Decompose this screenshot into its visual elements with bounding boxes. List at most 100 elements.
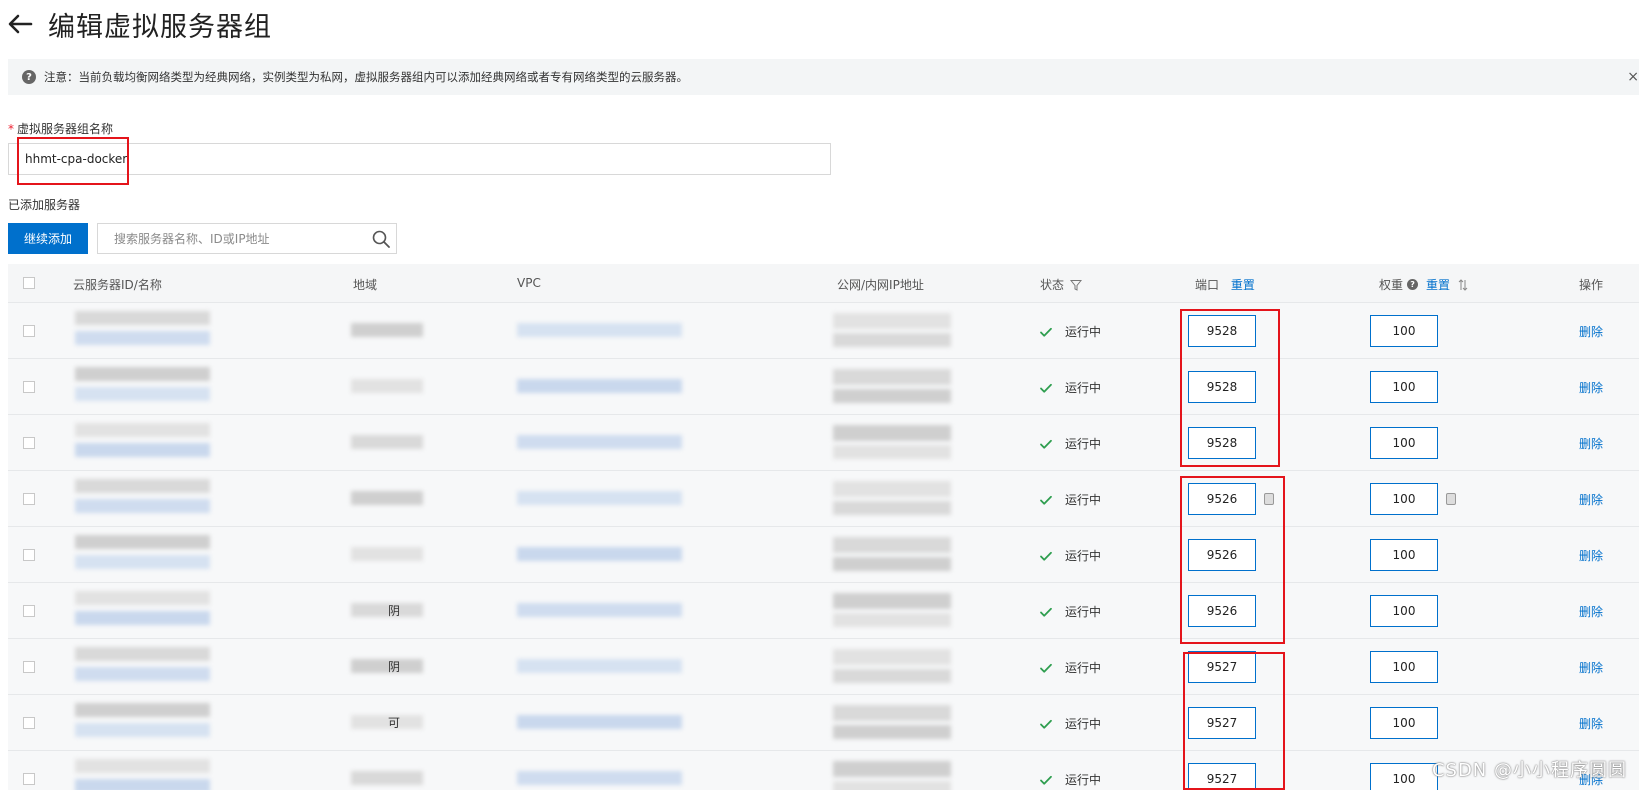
vpc-blurred[interactable] <box>517 491 682 505</box>
region-blurred <box>351 323 423 337</box>
weight-input[interactable]: 100 <box>1370 315 1438 347</box>
delete-link[interactable]: 删除 <box>1579 491 1603 508</box>
status-text: 运行中 <box>1065 381 1102 395</box>
server-id-blurred[interactable] <box>75 611 210 625</box>
weight-input[interactable]: 100 <box>1370 651 1438 683</box>
status-text: 运行中 <box>1065 549 1102 563</box>
server-name-blurred[interactable] <box>75 591 210 605</box>
weight-reset-link[interactable]: 重置 <box>1426 276 1450 293</box>
table-row: 运行中 9526 100 删除 <box>8 526 1639 582</box>
copy-icon[interactable] <box>1446 493 1456 505</box>
vpc-blurred[interactable] <box>517 771 682 785</box>
port-input[interactable]: 9528 <box>1188 315 1256 347</box>
server-table: 云服务器ID/名称 地域 VPC 公网/内网IP地址 状态 端口 重置 权重 ?… <box>8 264 1639 790</box>
server-name-blurred[interactable] <box>75 423 210 437</box>
port-input[interactable]: 9526 <box>1188 539 1256 571</box>
vpc-blurred[interactable] <box>517 715 682 729</box>
row-checkbox[interactable] <box>23 381 35 393</box>
server-name-blurred[interactable] <box>75 759 210 773</box>
col-weight: 权重 ? 重置 <box>1379 276 1468 293</box>
delete-link[interactable]: 删除 <box>1579 603 1603 620</box>
table-row: 阴 运行中 9527 100 删除 <box>8 638 1639 694</box>
close-icon[interactable]: × <box>1627 69 1639 85</box>
weight-input[interactable]: 100 <box>1370 763 1438 790</box>
copy-icon[interactable] <box>1264 493 1274 505</box>
back-arrow-icon[interactable] <box>4 8 36 40</box>
server-id-blurred[interactable] <box>75 779 210 790</box>
table-row: 运行中 9526 100 删除 <box>8 470 1639 526</box>
group-name-label: * 虚拟服务器组名称 <box>8 122 114 136</box>
delete-link[interactable]: 删除 <box>1579 323 1603 340</box>
server-name-blurred[interactable] <box>75 367 210 381</box>
private-ip-blurred <box>833 613 951 627</box>
group-name-input[interactable] <box>8 143 831 175</box>
weight-input[interactable]: 100 <box>1370 595 1438 627</box>
weight-input[interactable]: 100 <box>1370 371 1438 403</box>
weight-help-icon[interactable]: ? <box>1407 279 1419 290</box>
check-icon <box>1040 663 1052 673</box>
row-checkbox[interactable] <box>23 661 35 673</box>
server-name-blurred[interactable] <box>75 703 210 717</box>
server-name-blurred[interactable] <box>75 647 210 661</box>
row-checkbox[interactable] <box>23 773 35 785</box>
port-reset-link[interactable]: 重置 <box>1231 278 1255 292</box>
server-id-blurred[interactable] <box>75 387 210 401</box>
search-input[interactable] <box>98 224 366 253</box>
delete-link[interactable]: 删除 <box>1579 547 1603 564</box>
row-checkbox[interactable] <box>23 605 35 617</box>
vpc-blurred[interactable] <box>517 547 682 561</box>
port-input[interactable]: 9528 <box>1188 371 1256 403</box>
server-name-blurred[interactable] <box>75 535 210 549</box>
status-cell: 运行中 <box>1039 379 1101 396</box>
check-icon <box>1040 383 1052 393</box>
row-checkbox[interactable] <box>23 493 35 505</box>
weight-input[interactable]: 100 <box>1370 707 1438 739</box>
port-input[interactable]: 9527 <box>1188 707 1256 739</box>
row-checkbox[interactable] <box>23 717 35 729</box>
server-search <box>97 223 397 254</box>
vpc-blurred[interactable] <box>517 379 682 393</box>
delete-link[interactable]: 删除 <box>1579 659 1603 676</box>
server-id-blurred[interactable] <box>75 443 210 457</box>
port-input[interactable]: 9526 <box>1188 483 1256 515</box>
server-id-blurred[interactable] <box>75 499 210 513</box>
delete-link[interactable]: 删除 <box>1579 715 1603 732</box>
search-icon[interactable] <box>366 224 396 254</box>
filter-icon[interactable] <box>1070 279 1083 291</box>
row-checkbox[interactable] <box>23 549 35 561</box>
row-checkbox[interactable] <box>23 437 35 449</box>
delete-link[interactable]: 删除 <box>1579 379 1603 396</box>
delete-link[interactable]: 删除 <box>1579 435 1603 452</box>
page-title: 编辑虚拟服务器组 <box>48 11 272 43</box>
col-region: 地域 <box>353 278 378 292</box>
vpc-blurred[interactable] <box>517 659 682 673</box>
region-blurred <box>351 659 423 673</box>
server-name-blurred[interactable] <box>75 479 210 493</box>
server-name-blurred[interactable] <box>75 311 210 325</box>
status-cell: 运行中 <box>1039 547 1101 564</box>
public-ip-blurred <box>833 425 951 441</box>
port-input[interactable]: 9527 <box>1188 763 1256 790</box>
vpc-blurred[interactable] <box>517 323 682 337</box>
server-id-blurred[interactable] <box>75 667 210 681</box>
status-text: 运行中 <box>1065 717 1102 731</box>
server-id-blurred[interactable] <box>75 331 210 345</box>
continue-add-button[interactable]: 继续添加 <box>8 223 88 254</box>
server-id-blurred[interactable] <box>75 555 210 569</box>
vpc-blurred[interactable] <box>517 603 682 617</box>
weight-input[interactable]: 100 <box>1370 483 1438 515</box>
col-vpc: VPC <box>517 276 541 290</box>
server-id-blurred[interactable] <box>75 723 210 737</box>
select-all-checkbox[interactable] <box>23 277 35 289</box>
port-input[interactable]: 9527 <box>1188 651 1256 683</box>
public-ip-blurred <box>833 537 951 553</box>
region-blurred <box>351 491 423 505</box>
vpc-blurred[interactable] <box>517 435 682 449</box>
port-input[interactable]: 9528 <box>1188 427 1256 459</box>
port-input[interactable]: 9526 <box>1188 595 1256 627</box>
sort-icon[interactable] <box>1458 278 1468 291</box>
region-blurred <box>351 771 423 785</box>
weight-input[interactable]: 100 <box>1370 539 1438 571</box>
weight-input[interactable]: 100 <box>1370 427 1438 459</box>
row-checkbox[interactable] <box>23 325 35 337</box>
